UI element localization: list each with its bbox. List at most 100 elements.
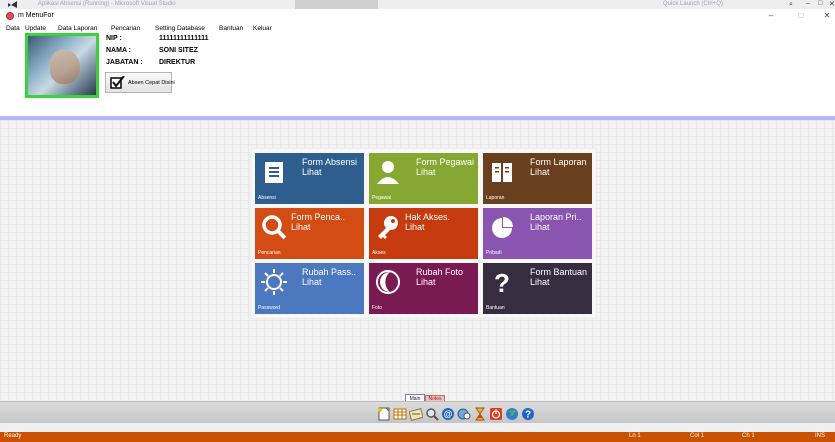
minimize-button[interactable]: – (764, 11, 778, 20)
vs-maximize-button[interactable]: □ (818, 0, 822, 7)
vs-tab-placeholder (295, 0, 378, 9)
tile-form-pegawai[interactable]: Form Pegawai Lihat Pegawai (369, 153, 478, 204)
tile-form-pencarian[interactable]: Form Penca.. Lihat Pencarian (255, 208, 364, 259)
tile-form-laporan[interactable]: Form Laporan Lihat Laporan (483, 153, 592, 204)
tile-title: Form Penca.. (291, 212, 346, 222)
photo-image (50, 50, 80, 84)
tile-title: Form Pegawai (416, 157, 475, 167)
table-icon[interactable] (393, 407, 407, 421)
tile-subtitle: Lihat (530, 167, 550, 177)
tile-footer: Akses (372, 250, 386, 256)
checkbox-check-icon (110, 76, 125, 89)
visual-studio-icon (8, 1, 17, 8)
book-icon (492, 163, 512, 182)
tile-title: Form Absensi (302, 157, 358, 167)
document-icon (265, 162, 283, 183)
jabatan-value: DIREKTUR (159, 59, 196, 66)
menu-keluar[interactable]: Keluar (253, 25, 272, 32)
tiles-panel: Form Absensi Lihat Absensi Form Pegawai … (250, 148, 597, 319)
status-bar: Ready Ln 1 Col 1 Ch 1 INS (0, 432, 835, 442)
menu-bantuan[interactable]: Bantuan (219, 25, 243, 32)
app-title-bar: m MenuFor – □ ✕ (0, 9, 835, 23)
key-icon (378, 216, 398, 239)
status-text: Ready (4, 433, 22, 439)
tile-subtitle: Lihat (530, 222, 550, 232)
at-sign-icon[interactable]: @ (441, 407, 455, 421)
absen-cepat-button[interactable]: Absen Cepat Disini (105, 72, 175, 93)
app-icon (6, 12, 14, 20)
nip-label: NIP : (106, 35, 122, 42)
tile-title: Rubah Pass.. (302, 267, 357, 277)
vs-title-bar: Aplikasi Absensi (Running) - Microsoft V… (0, 0, 835, 9)
tile-footer: Foto (372, 305, 383, 311)
tile-title: Hak Akses. (405, 212, 451, 222)
svg-text:@: @ (444, 409, 453, 419)
status-insert-mode: INS (815, 433, 826, 439)
tile-subtitle: Lihat (416, 277, 436, 287)
maximize-button[interactable]: □ (794, 11, 808, 20)
app-window: m MenuFor – □ ✕ Data Update Data Laporan… (0, 9, 835, 442)
tile-footer: Pribadi (486, 250, 502, 256)
vs-close-button[interactable]: ✕ (829, 0, 835, 8)
menu-setting-database[interactable]: Setting Database (155, 25, 205, 32)
jabatan-label: JABATAN : (106, 59, 143, 66)
person-icon (377, 161, 399, 184)
tile-rubah-foto[interactable]: Rubah Foto Lihat Foto (369, 263, 478, 314)
new-file-icon[interactable] (377, 407, 391, 421)
tile-footer: Laporan (486, 195, 505, 201)
nama-value: SONI SITEZ (159, 47, 198, 54)
search-icon (262, 215, 287, 240)
vs-minimize-button[interactable]: – (806, 0, 810, 7)
absen-cepat-label: Absen Cepat Disini (128, 80, 175, 86)
tile-footer: Pegawai (372, 195, 392, 201)
status-char: Ch 1 (742, 433, 755, 439)
tile-title: Form Bantuan (530, 267, 588, 277)
tile-footer: Pencarian (258, 250, 281, 256)
svg-text:?: ? (494, 269, 510, 295)
app-window-title: m MenuFor (18, 12, 54, 19)
pie-chart-icon (492, 217, 513, 238)
menu-update[interactable]: Update (25, 25, 46, 32)
tile-form-absensi[interactable]: Form Absensi Lihat Absensi (255, 153, 364, 204)
tile-title: Form Laporan (530, 157, 587, 167)
menu-pencarian[interactable]: Pencarian (111, 25, 140, 32)
quick-launch-input[interactable]: Quick Launch (Ctrl+Q) (663, 1, 723, 7)
nip-value: 11111111111111 (159, 35, 209, 42)
menu-data-laporan[interactable]: Data Laporan (58, 25, 97, 32)
moon-icon (376, 270, 400, 294)
tile-subtitle: Lihat (302, 277, 322, 287)
nama-label: NAMA : (106, 47, 132, 54)
tile-subtitle: Lihat (302, 167, 322, 177)
tile-title: Laporan Pri.. (530, 212, 582, 222)
menu-bar: Data Update Data Laporan Pencarian Setti… (0, 23, 835, 34)
tile-form-bantuan[interactable]: ? Form Bantuan Lihat Bantuan (483, 263, 592, 314)
tile-subtitle: Lihat (405, 222, 425, 232)
search-icon[interactable] (425, 407, 439, 421)
tile-subtitle: Lihat (530, 277, 550, 287)
hourglass-icon[interactable] (473, 407, 487, 421)
globe-icon[interactable] (505, 407, 519, 421)
close-button[interactable]: ✕ (820, 11, 834, 20)
quick-launch-search-icon[interactable]: ⌕ (789, 1, 793, 9)
tile-footer: Bantuan (486, 305, 505, 311)
question-icon: ? (494, 269, 510, 295)
vs-window-title: Aplikasi Absensi (Running) - Microsoft V… (38, 1, 176, 7)
profile-header: NIP : 11111111111111 NAMA : SONI SITEZ J… (0, 33, 835, 127)
status-line: Ln 1 (629, 433, 641, 439)
notes-icon[interactable] (409, 407, 423, 421)
tile-title: Rubah Foto (416, 267, 464, 277)
menu-data[interactable]: Data (6, 25, 20, 32)
employee-photo (25, 33, 99, 98)
tile-subtitle: Lihat (291, 222, 311, 232)
power-icon[interactable] (489, 407, 503, 421)
tile-hak-akses[interactable]: Hak Akses. Lihat Akses (369, 208, 478, 259)
svg-text:?: ? (525, 410, 531, 421)
tile-laporan-pribadi[interactable]: Laporan Pri.. Lihat Pribadi (483, 208, 592, 259)
tile-footer: Password (258, 305, 280, 311)
tile-rubah-password[interactable]: Rubah Pass.. Lihat Password (255, 263, 364, 314)
help-icon[interactable]: ? (521, 407, 535, 421)
tile-footer: Absensi (258, 195, 276, 201)
status-column: Col 1 (690, 433, 705, 439)
globe-search-icon[interactable] (457, 407, 471, 421)
tile-subtitle: Lihat (416, 167, 436, 177)
